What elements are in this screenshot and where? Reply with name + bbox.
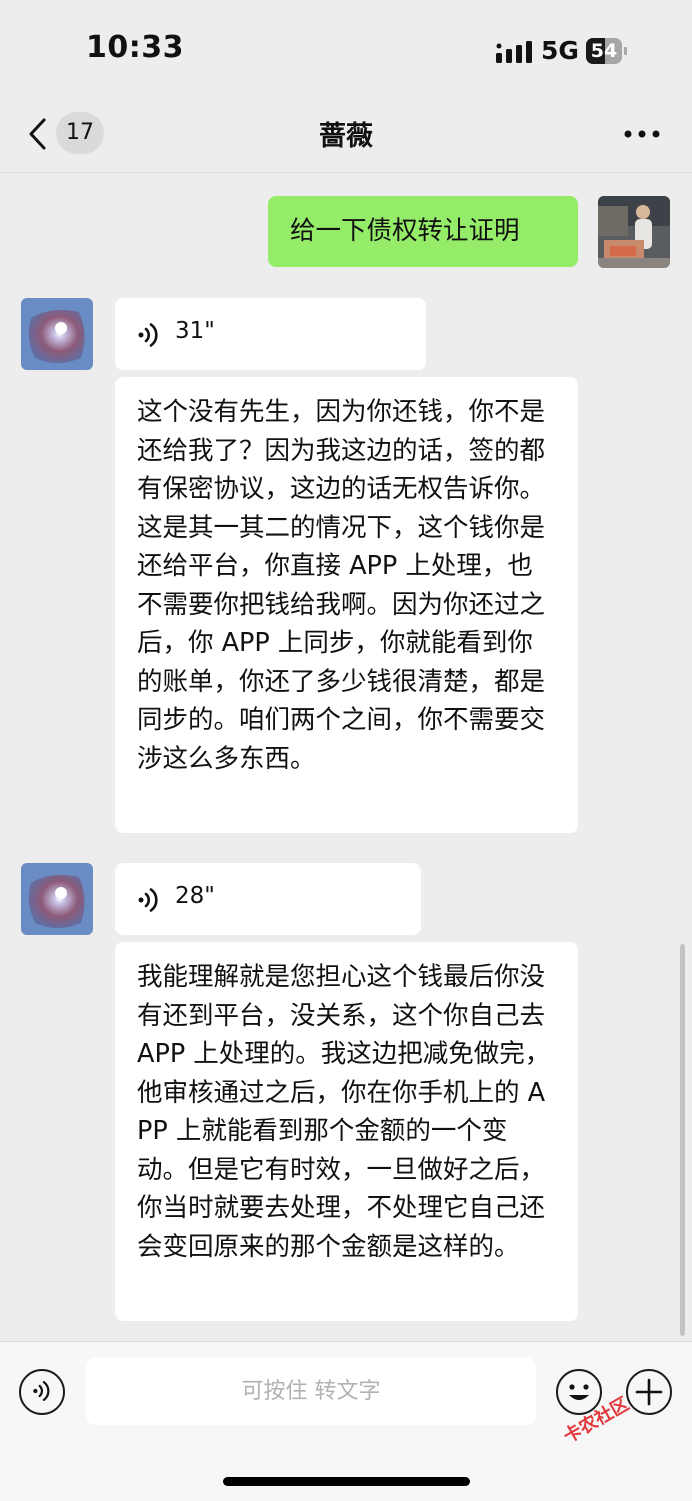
voice-wave-icon: [138, 323, 158, 347]
more-icon[interactable]: [622, 128, 662, 140]
network-type: 5G: [541, 36, 579, 65]
status-bar: 10:33 5G 54: [0, 0, 692, 100]
signal-icon: [496, 41, 532, 63]
voice-icon: [33, 1381, 50, 1401]
status-time: 10:33: [86, 30, 184, 65]
battery-level: 54: [590, 40, 618, 62]
voice-wave-icon: [138, 888, 158, 912]
transcription-bubble[interactable]: 这个没有先生，因为你还钱，你不是还给我了？因为我这边的话，签的都有保密协议，这边…: [115, 377, 578, 833]
voice-duration: 28": [175, 883, 215, 909]
home-indicator[interactable]: [223, 1477, 470, 1486]
my-avatar[interactable]: [598, 196, 670, 268]
battery-icon: 54: [586, 38, 627, 64]
voice-message[interactable]: 31": [115, 298, 426, 370]
message-text: 这个没有先生，因为你还钱，你不是还给我了？因为我这边的话，签的都有保密协议，这边…: [137, 397, 546, 774]
transcription-bubble[interactable]: 我能理解就是您担心这个钱最后你没有还到平台，没关系，这个你自己去 APP 上处理…: [115, 942, 578, 1321]
contact-avatar[interactable]: [21, 298, 93, 370]
back-arrow-icon[interactable]: [26, 116, 50, 152]
message-text: 我能理解就是您担心这个钱最后你没有还到平台，没关系，这个你自己去 APP 上处理…: [137, 962, 551, 1262]
scrollbar[interactable]: [680, 944, 685, 1336]
voice-duration: 31": [175, 318, 215, 344]
unread-count-badge[interactable]: 17: [56, 112, 104, 154]
voice-message[interactable]: 28": [115, 863, 421, 935]
message-text: 给一下债权转让证明: [290, 216, 520, 246]
chat-header: 17 蔷薇: [0, 100, 692, 173]
message-input[interactable]: [86, 1357, 536, 1425]
voice-input-button[interactable]: [19, 1369, 65, 1415]
message-bubble-sent[interactable]: 给一下债权转让证明: [268, 196, 578, 267]
contact-avatar[interactable]: [21, 863, 93, 935]
